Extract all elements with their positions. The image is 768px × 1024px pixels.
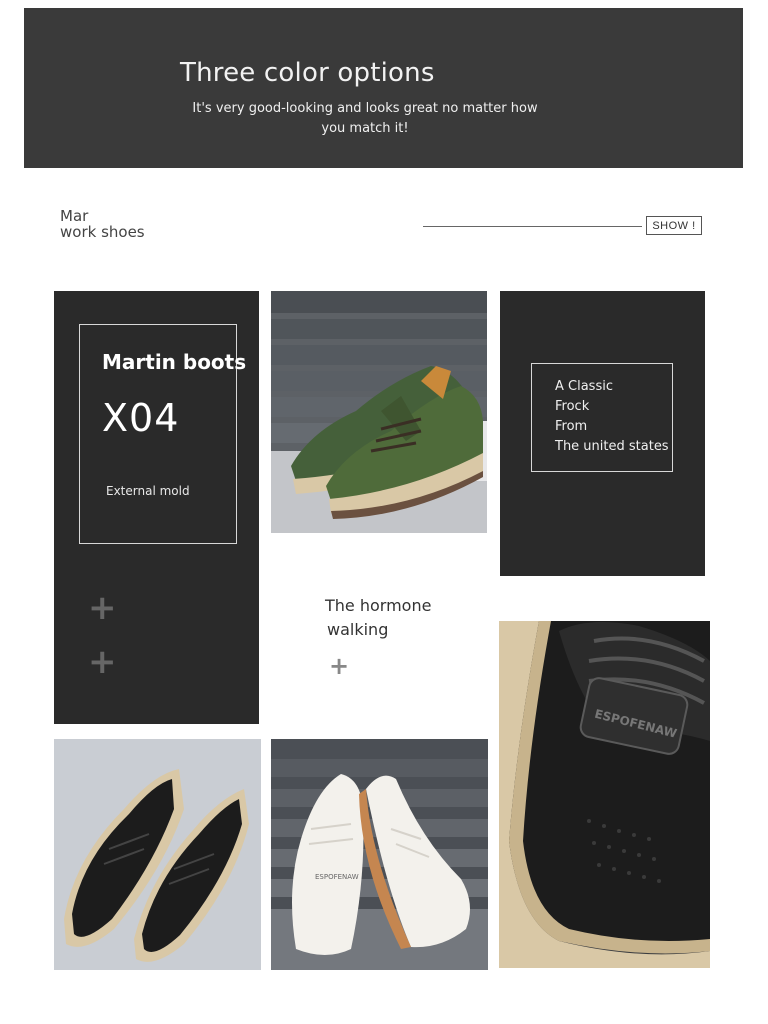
hormone-line2: walking [327,620,389,639]
closeup-shoe-photo: ESPOFENAW [499,621,710,968]
black-shoes-photo [54,739,261,970]
white-shoes-photo: ESPOFENAW [271,739,488,970]
show-button[interactable]: SHOW ! [646,216,702,235]
classic-line: From [555,419,588,434]
product-name: Martin boots [102,350,247,374]
classic-line: A Classic [555,379,613,394]
banner-subtitle: It's very good-looking and looks great n… [192,101,538,136]
classic-text: A Classic Frock From The united states [555,377,669,457]
banner-title: Three color options [180,58,435,88]
plus-icon: + [329,652,350,680]
classic-line: The united states [555,439,669,454]
header-banner [24,8,743,168]
section-label-line2: work shoes [60,223,145,241]
product-code: X04 [102,396,180,440]
product-detail: External mold [106,484,190,498]
green-shoe-photo [271,291,487,533]
section-label-line1: Mar [60,207,89,225]
hormone-caption: The hormone walking [325,594,431,642]
section-label: Mar work shoes [60,208,145,240]
plus-icon: + [88,642,117,682]
classic-line: Frock [555,399,590,414]
tongue-brand-text: ESPOFENAW [315,873,359,881]
divider-line [423,226,642,227]
plus-icon: + [88,588,117,628]
hormone-line1: The hormone [325,596,432,615]
